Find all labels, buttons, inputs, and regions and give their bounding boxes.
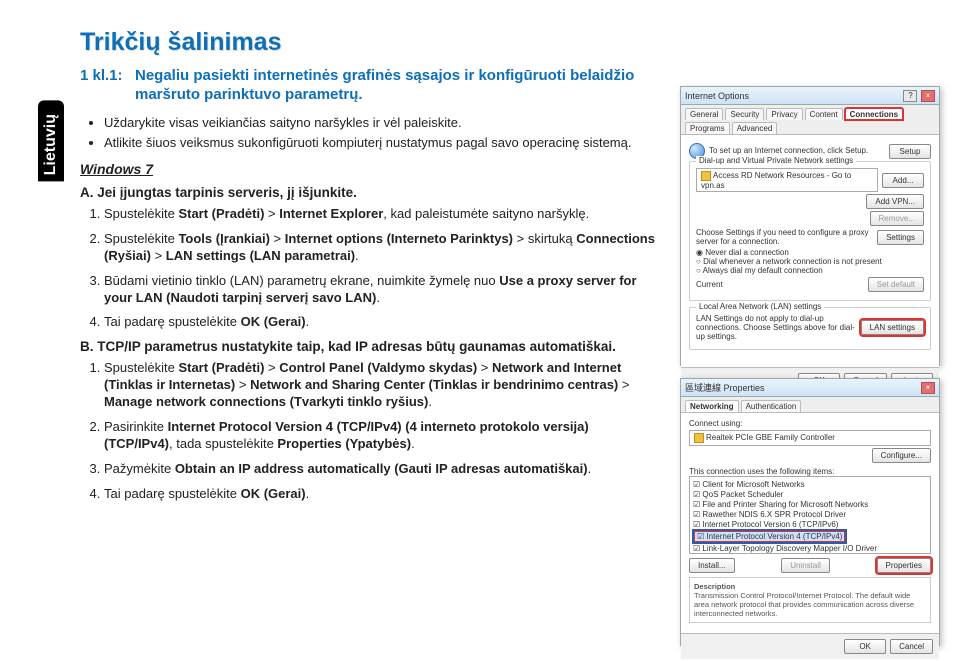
help-icon[interactable]: ? [903, 90, 917, 102]
page-title: Trikčių šalinimas [80, 28, 660, 57]
settings-button[interactable]: Settings [877, 230, 924, 245]
dialog-title: 區域連線 Properties [685, 381, 765, 394]
protocol-list[interactable]: Client for Microsoft Networks QoS Packet… [689, 476, 931, 554]
dialog-body: Connect using: Realtek PCIe GBE Family C… [681, 413, 939, 633]
list-item[interactable]: File and Printer Sharing for Microsoft N… [693, 500, 927, 509]
radio-never-dial[interactable]: Never dial a connection [696, 248, 924, 257]
step-item: Pažymėkite Obtain an IP address automati… [104, 461, 660, 478]
section-a-label: A. Jei įjungtas tarpinis serveris, jį iš… [80, 185, 660, 200]
description-box: Description Transmission Control Protoco… [689, 577, 931, 623]
tab-advanced[interactable]: Advanced [732, 122, 778, 134]
proxy-help-text: Choose Settings if you need to configure… [696, 228, 877, 246]
tab-networking[interactable]: Networking [685, 400, 739, 412]
section-a-steps: Spustelėkite Start (Pradėti) > Internet … [80, 206, 660, 331]
window-buttons: × [920, 382, 935, 394]
add-vpn-button[interactable]: Add VPN... [866, 194, 924, 209]
install-button[interactable]: Install... [689, 558, 735, 573]
dialog-title: Internet Options [685, 91, 749, 101]
os-heading: Windows 7 [80, 161, 660, 177]
tab-programs[interactable]: Programs [685, 122, 730, 134]
close-icon[interactable]: × [921, 90, 935, 102]
intro-bullets: Uždarykite visas veikiančias saityno nar… [80, 115, 660, 152]
dialup-group: Dial-up and Virtual Private Network sett… [689, 161, 931, 301]
lan-group: Local Area Network (LAN) settings LAN Se… [689, 307, 931, 350]
set-default-button[interactable]: Set default [868, 277, 924, 292]
tab-security[interactable]: Security [725, 108, 764, 120]
group-title: Local Area Network (LAN) settings [696, 302, 824, 311]
dialog-tabs: General Security Privacy Content Connect… [681, 105, 939, 135]
step-item: Pasirinkite Internet Protocol Version 4 … [104, 419, 660, 453]
items-label: This connection uses the following items… [689, 467, 931, 476]
connections-listbox[interactable]: Access RD Network Resources - Go to vpn.… [696, 168, 878, 192]
lan-settings-button[interactable]: LAN settings [861, 320, 924, 335]
list-item[interactable]: Link-Layer Topology Discovery Mapper I/O… [693, 544, 927, 553]
description-label: Description [694, 582, 926, 591]
main-content: Trikčių šalinimas 1 kl.1: Negaliu pasiek… [80, 28, 660, 511]
question-text: Negaliu pasiekti internetinės grafinės s… [135, 67, 660, 105]
remove-button[interactable]: Remove... [870, 211, 924, 226]
tab-privacy[interactable]: Privacy [766, 108, 802, 120]
bullet-item: Uždarykite visas veikiančias saityno nar… [104, 115, 660, 131]
step-item: Spustelėkite Start (Pradėti) > Internet … [104, 206, 660, 223]
ok-button[interactable]: OK [844, 639, 886, 654]
language-side-label: Lietuvių [38, 100, 64, 181]
group-title: Dial-up and Virtual Private Network sett… [696, 156, 856, 165]
properties-button[interactable]: Properties [877, 558, 931, 573]
lan-help-text: LAN Settings do not apply to dial-up con… [696, 314, 861, 341]
step-item: Spustelėkite Tools (Įrankiai) > Internet… [104, 231, 660, 265]
bullet-item: Atlikite šiuos veiksmus sukonfigūruoti k… [104, 135, 660, 151]
list-item[interactable]: Client for Microsoft Networks [693, 480, 927, 489]
tab-connections[interactable]: Connections [845, 108, 903, 120]
step-item: Tai padarę spustelėkite OK (Gerai). [104, 486, 660, 503]
dialog-footer: OK Cancel [681, 633, 939, 659]
setup-button[interactable]: Setup [889, 144, 931, 159]
question-number: 1 kl.1: [80, 67, 135, 105]
list-item-selected[interactable]: Internet Protocol Version 4 (TCP/IPv4) [693, 530, 927, 543]
section-b-label: B. TCP/IP parametrus nustatykite taip, k… [80, 339, 660, 354]
radio-always-dial[interactable]: Always dial my default connection [696, 266, 924, 275]
current-label: Current [696, 280, 723, 289]
connect-using-label: Connect using: [689, 419, 931, 428]
adapter-icon [694, 433, 704, 443]
adapter-field: Realtek PCIe GBE Family Controller [689, 430, 931, 446]
uninstall-button[interactable]: Uninstall [781, 558, 830, 573]
radio-dial-when-absent[interactable]: Dial whenever a network connection is no… [696, 257, 924, 266]
description-text: Transmission Control Protocol/Internet P… [694, 591, 926, 618]
list-item[interactable]: Rawether NDIS 6.X SPR Protocol Driver [693, 510, 927, 519]
close-icon[interactable]: × [921, 382, 935, 394]
internet-options-dialog: Internet Options ? × General Security Pr… [680, 86, 940, 366]
connection-icon [701, 171, 711, 181]
question-row: 1 kl.1: Negaliu pasiekti internetinės gr… [80, 67, 660, 105]
step-item: Būdami vietinio tinklo (LAN) parametrų e… [104, 273, 660, 307]
step-item: Spustelėkite Start (Pradėti) > Control P… [104, 360, 660, 411]
step-item: Tai padarę spustelėkite OK (Gerai). [104, 314, 660, 331]
tab-content[interactable]: Content [805, 108, 843, 120]
section-b-steps: Spustelėkite Start (Pradėti) > Control P… [80, 360, 660, 502]
add-button[interactable]: Add... [882, 173, 924, 188]
connection-properties-dialog: 區域連線 Properties × Networking Authenticat… [680, 378, 940, 646]
tab-authentication[interactable]: Authentication [741, 400, 802, 412]
list-item[interactable]: QoS Packet Scheduler [693, 490, 927, 499]
window-buttons: ? × [902, 90, 935, 102]
tab-general[interactable]: General [685, 108, 723, 120]
dialog-titlebar: Internet Options ? × [681, 87, 939, 105]
dialog-body: To set up an Internet connection, click … [681, 135, 939, 367]
list-item[interactable]: Internet Protocol Version 6 (TCP/IPv6) [693, 520, 927, 529]
dialog-titlebar: 區域連線 Properties × [681, 379, 939, 397]
cancel-button[interactable]: Cancel [890, 639, 933, 654]
configure-button[interactable]: Configure... [872, 448, 931, 463]
dialog-tabs: Networking Authentication [681, 397, 939, 413]
